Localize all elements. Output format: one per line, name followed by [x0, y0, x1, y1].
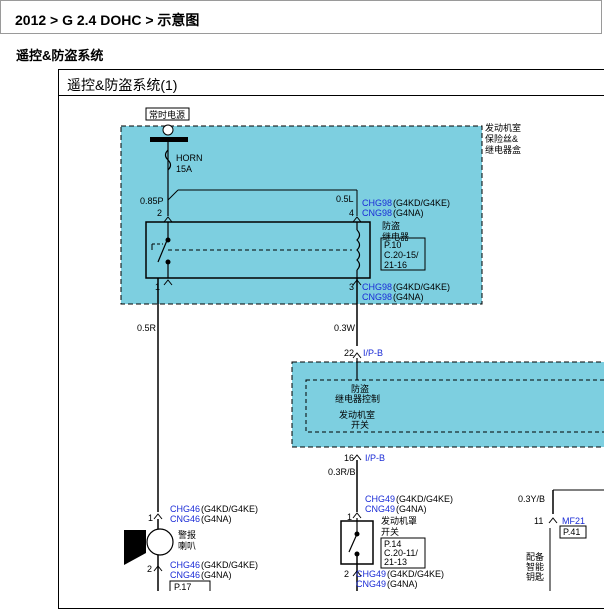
- sw-conn-b: CNG49: [365, 504, 395, 514]
- relay-ref-3: 21-16: [384, 260, 407, 270]
- connector-arrow: [153, 513, 163, 520]
- horn-conn2-a-spec: (G4KD/G4KE): [201, 560, 258, 570]
- wire-03w: 0.3W: [334, 323, 356, 333]
- conn-top-a-spec: (G4KD/G4KE): [393, 198, 450, 208]
- horn-conn-a-spec: (G4KD/G4KE): [201, 504, 258, 514]
- wire-085p: 0.85P: [140, 196, 164, 206]
- horn-conn-a: CHG46: [170, 504, 200, 514]
- sw-label-1: 发动机罩: [381, 515, 417, 526]
- mf-pin: 11: [534, 516, 543, 526]
- connector-arrow: [352, 512, 362, 519]
- relay-ref-2: C.20-15/: [384, 250, 419, 260]
- ipb-conn-bot: I/P-B: [365, 453, 385, 463]
- horn-pin-1: 1: [148, 513, 153, 523]
- relay-ref-1: P.10: [384, 240, 401, 250]
- mf-ref: P.41: [563, 527, 580, 537]
- sw-ref-3: 21-13: [384, 557, 407, 567]
- fuse-bar: [150, 137, 188, 142]
- wiring-diagram: 发动机室 保险丝& 继电器盒 常时电源 HORN 15A 0.85P 0.5L …: [120, 107, 604, 591]
- power-label: 常时电源: [149, 109, 185, 120]
- horn-conn-b-spec: (G4NA): [201, 514, 232, 524]
- wire-05l: 0.5L: [336, 194, 354, 204]
- fuse-name: HORN: [176, 153, 203, 163]
- sw-conn-a: CHG49: [365, 494, 395, 504]
- control-module-box: [291, 361, 604, 448]
- control-label-1: 防盗: [351, 383, 369, 394]
- horn-icon: [124, 530, 146, 565]
- sw-conn-a-spec: (G4KD/G4KE): [396, 494, 453, 504]
- smart-key-label-1: 配备: [526, 551, 544, 562]
- conn-bot-b: CNG98: [362, 292, 392, 302]
- horn-label-2: 喇叭: [178, 540, 196, 551]
- wire-05r: 0.5R: [137, 323, 157, 333]
- pin-4: 4: [349, 208, 354, 218]
- wire-03rb: 0.3R/B: [328, 467, 356, 477]
- control-label-2: 继电器控制: [335, 393, 380, 404]
- smart-key-label-3: 钥匙: [526, 571, 544, 582]
- sw-conn2-b: CNG49: [356, 579, 386, 589]
- connector-arrow: [548, 517, 558, 524]
- horn-conn2-b: CNG46: [170, 570, 200, 580]
- relay-label-1: 防盗: [382, 220, 400, 231]
- sw-label-2: 开关: [381, 526, 399, 537]
- sw-conn2-a-spec: (G4KD/G4KE): [387, 569, 444, 579]
- wire-03yb: 0.3Y/B: [518, 494, 545, 504]
- power-terminal: [162, 124, 174, 136]
- sw-conn2-b-spec: (G4NA): [387, 579, 418, 589]
- engine-switch-label-2: 开关: [351, 419, 369, 430]
- smart-key-label-2: 智能: [526, 561, 544, 572]
- horn-icon-circle: [146, 528, 174, 556]
- connector-arrow: [352, 352, 362, 359]
- mf-conn: MF21: [562, 516, 585, 526]
- ipb-pin-16: 16: [344, 453, 354, 463]
- pin-2: 2: [157, 208, 162, 218]
- conn-top-b-spec: (G4NA): [393, 208, 424, 218]
- engine-switch-label-1: 发动机室: [339, 409, 375, 420]
- horn-conn-b: CNG46: [170, 514, 200, 524]
- horn-ref: P.17: [174, 582, 191, 591]
- ipb-conn-top: I/P-B: [363, 348, 383, 358]
- conn-bot-b-spec: (G4NA): [393, 292, 424, 302]
- horn-pin-2: 2: [147, 564, 152, 574]
- conn-bot-a-spec: (G4KD/G4KE): [393, 282, 450, 292]
- ipb-pin-22: 22: [344, 348, 354, 358]
- sw-pin-2: 2: [344, 569, 349, 579]
- sw-conn2-a: CHG49: [356, 569, 386, 579]
- fuse-rating: 15A: [176, 164, 192, 174]
- conn-top-a: CHG98: [362, 198, 392, 208]
- top-box-label-3: 继电器盒: [485, 144, 521, 155]
- horn-conn2-a: CHG46: [170, 560, 200, 570]
- horn-conn2-b-spec: (G4NA): [201, 570, 232, 580]
- pin-3: 3: [349, 282, 354, 292]
- sw-conn-b-spec: (G4NA): [396, 504, 427, 514]
- top-box-label-1: 发动机室: [485, 122, 521, 133]
- connector-arrow: [352, 454, 362, 461]
- conn-top-b: CNG98: [362, 208, 392, 218]
- horn-label-1: 警报: [178, 529, 196, 540]
- conn-bot-a: CHG98: [362, 282, 392, 292]
- top-box-label-2: 保险丝&: [485, 133, 518, 144]
